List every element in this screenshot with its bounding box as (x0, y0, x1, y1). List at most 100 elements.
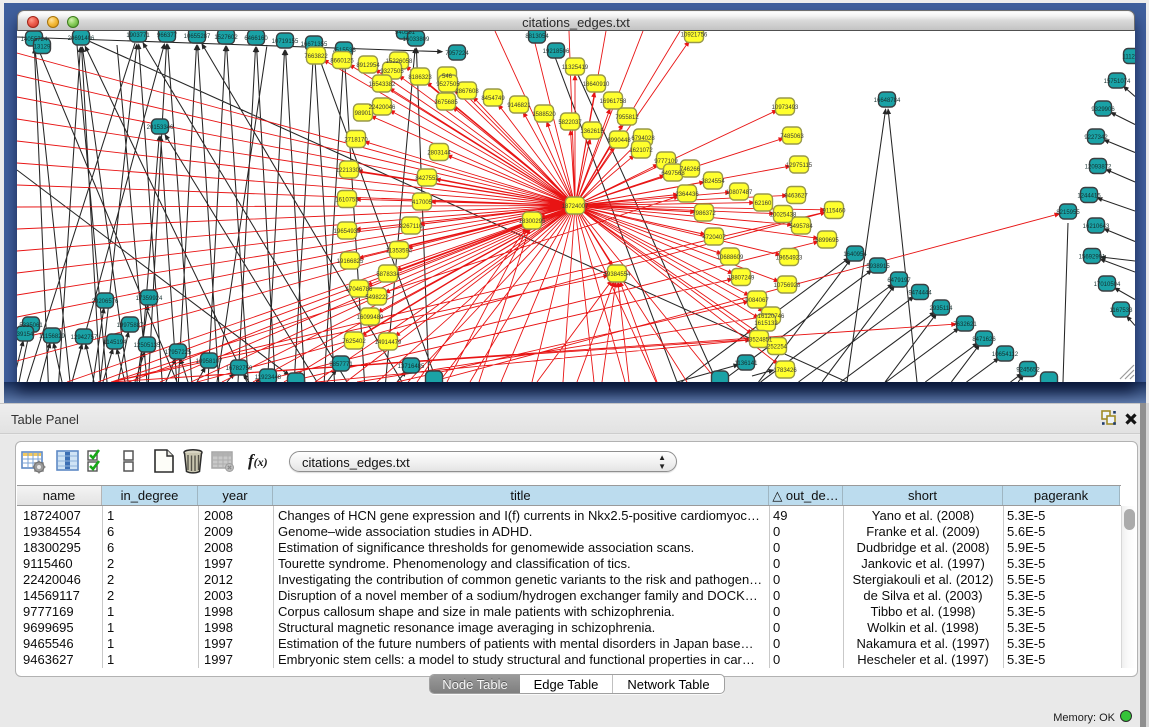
svg-text:13716485: 13716485 (398, 364, 425, 370)
svg-text:5335061: 5335061 (19, 323, 43, 329)
svg-text:19654923: 19654923 (776, 255, 803, 261)
svg-text:19384554: 19384554 (604, 272, 631, 278)
svg-text:20206576: 20206576 (92, 299, 119, 305)
svg-text:11923448: 11923448 (255, 375, 282, 381)
svg-text:6466160: 6466160 (244, 36, 268, 42)
svg-text:1640954: 1640954 (843, 252, 867, 258)
svg-text:111206: 111206 (1122, 54, 1135, 60)
svg-text:7957224: 7957224 (445, 51, 469, 57)
svg-text:7955812: 7955812 (615, 115, 639, 121)
svg-text:5822037: 5822037 (558, 120, 582, 126)
svg-text:5938915: 5938915 (866, 264, 890, 270)
svg-text:10688609: 10688609 (717, 255, 744, 261)
svg-text:16543382: 16543382 (369, 82, 396, 88)
svg-text:1145194: 1145194 (104, 340, 128, 346)
svg-text:12093872: 12093872 (1085, 164, 1112, 170)
svg-text:8186323: 8186323 (408, 75, 432, 81)
svg-text:2935114: 2935114 (930, 306, 954, 312)
svg-text:9329906: 9329906 (1091, 107, 1115, 113)
svg-text:8912954: 8912954 (356, 63, 380, 69)
svg-text:1136141: 1136141 (735, 361, 759, 367)
svg-text:11325419: 11325419 (562, 65, 589, 71)
svg-text:252254: 252254 (767, 344, 788, 350)
svg-text:62160: 62160 (755, 201, 772, 207)
svg-text:9527505: 9527505 (436, 82, 460, 88)
svg-text:3824554: 3824554 (701, 179, 725, 185)
svg-text:19654935: 19654935 (334, 229, 361, 235)
svg-text:11353594: 11353594 (386, 248, 413, 254)
svg-text:6899695: 6899695 (815, 238, 839, 244)
svg-text:5495784: 5495784 (789, 224, 813, 230)
svg-text:10025438: 10025438 (770, 212, 797, 218)
svg-text:3675685: 3675685 (434, 100, 458, 106)
svg-text:20691406: 20691406 (68, 36, 95, 42)
svg-text:1527602: 1527602 (214, 35, 238, 41)
svg-text:6794028: 6794028 (631, 136, 655, 142)
svg-text:6479197: 6479197 (887, 278, 911, 284)
svg-text:10756928: 10756928 (774, 283, 801, 289)
svg-text:1610755: 1610755 (335, 197, 359, 203)
svg-text:9084067: 9084067 (745, 298, 769, 304)
svg-text:9327505: 9327505 (380, 69, 404, 75)
svg-text:16961758: 16961758 (600, 99, 627, 105)
svg-text:8990448: 8990448 (607, 138, 631, 144)
svg-text:12975115: 12975115 (786, 163, 813, 169)
svg-text:12213309: 12213309 (336, 168, 363, 174)
svg-text:10719155: 10719155 (272, 39, 299, 45)
svg-text:2867608: 2867608 (455, 89, 479, 95)
svg-text:16648784: 16648784 (874, 98, 901, 104)
svg-text:98901: 98901 (355, 111, 372, 117)
svg-text:966377: 966377 (157, 33, 178, 39)
svg-text:13524851: 13524851 (746, 337, 773, 343)
svg-text:22420046: 22420046 (369, 105, 396, 111)
svg-text:10921756: 10921756 (681, 32, 708, 38)
svg-text:417005: 417005 (412, 200, 433, 206)
svg-text:1615132: 1615132 (754, 321, 778, 327)
svg-text:17046786: 17046786 (346, 287, 373, 293)
svg-text:940551: 940551 (395, 31, 416, 36)
svg-text:5878334: 5878334 (376, 272, 400, 278)
svg-text:10807487: 10807487 (726, 190, 753, 196)
svg-text:1783426: 1783426 (773, 368, 797, 374)
svg-text:4720407: 4720407 (702, 235, 726, 241)
svg-text:7663822: 7663822 (304, 54, 328, 60)
svg-text:17359924: 17359924 (136, 296, 163, 302)
svg-text:39154: 39154 (17, 332, 34, 338)
svg-text:9115460: 9115460 (823, 208, 847, 214)
svg-text:16033809: 16033809 (403, 37, 430, 43)
svg-text:17010504: 17010504 (1094, 282, 1121, 288)
svg-text:18300295: 18300295 (519, 219, 546, 225)
svg-text:9857771: 9857771 (329, 362, 353, 368)
svg-text:9227342: 9227342 (1084, 135, 1108, 141)
svg-text:8471626: 8471626 (972, 337, 996, 343)
svg-text:5498222: 5498222 (365, 295, 389, 301)
svg-text:1244415: 1244415 (1077, 193, 1101, 199)
svg-text:546: 546 (442, 74, 453, 80)
svg-text:8427552: 8427552 (415, 176, 439, 182)
svg-text:1621072: 1621072 (629, 148, 653, 154)
svg-text:12942757: 12942757 (71, 335, 98, 341)
svg-text:7625402: 7625402 (342, 339, 366, 345)
svg-text:1903771: 1903771 (126, 33, 150, 39)
svg-text:7986372: 7986372 (692, 211, 716, 217)
svg-text:8215955: 8215955 (1056, 210, 1080, 216)
svg-text:10654112: 10654112 (992, 352, 1019, 358)
svg-text:9777109: 9777109 (654, 159, 678, 165)
svg-text:15751074: 15751074 (1104, 79, 1131, 85)
svg-text:10655287: 10655287 (184, 34, 211, 40)
svg-text:9463627: 9463627 (784, 193, 808, 199)
svg-text:7632621: 7632621 (953, 322, 977, 328)
svg-text:14055724: 14055724 (21, 37, 48, 43)
svg-text:18724007: 18724007 (562, 204, 589, 210)
svg-text:1588520: 1588520 (532, 112, 556, 118)
svg-text:9146821: 9146821 (507, 103, 531, 109)
svg-text:16782759: 16782759 (226, 366, 253, 372)
svg-text:10958107: 10958107 (196, 359, 223, 365)
svg-text:2803144: 2803144 (427, 150, 451, 156)
svg-text:11156829: 11156829 (39, 334, 65, 340)
svg-text:7485063: 7485063 (780, 134, 804, 140)
svg-text:18807249: 18807249 (728, 275, 755, 281)
svg-text:14914479: 14914479 (375, 340, 402, 346)
svg-text:2718170: 2718170 (344, 137, 368, 143)
svg-text:19166825: 19166825 (337, 259, 364, 265)
